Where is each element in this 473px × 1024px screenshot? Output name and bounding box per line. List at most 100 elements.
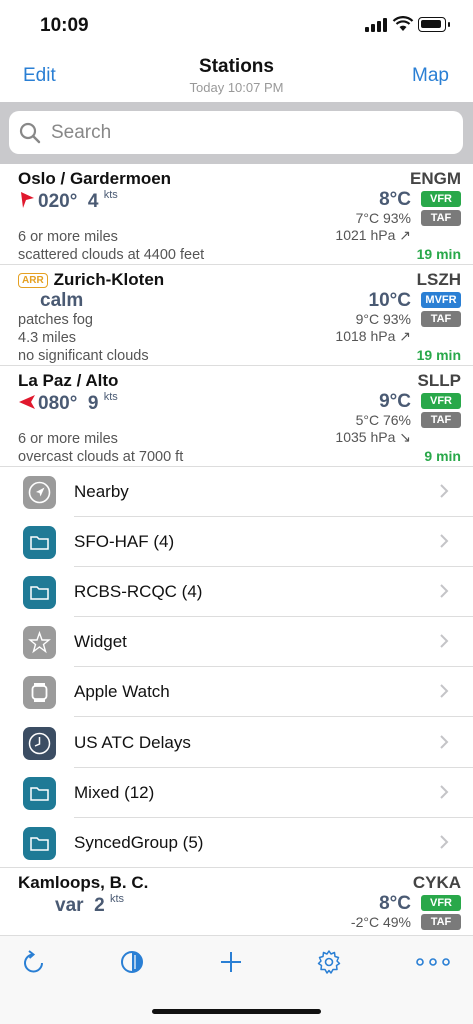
group-row-nearby[interactable]: Nearby bbox=[0, 467, 473, 517]
wind-info: var 2 kts bbox=[55, 893, 124, 917]
chevron-right-icon bbox=[440, 684, 449, 698]
visibility: 4.3 miles bbox=[18, 330, 77, 346]
watch-icon bbox=[23, 676, 56, 709]
chevron-right-icon bbox=[440, 735, 449, 749]
battery-icon bbox=[418, 17, 450, 32]
contrast-icon[interactable] bbox=[119, 949, 145, 975]
group-label: Apple Watch bbox=[74, 682, 170, 701]
station-row-engm[interactable]: Oslo / Gardermoen ENGM 020° 4 kts 8°C VF… bbox=[0, 164, 473, 265]
group-row-syncedgroup[interactable]: SyncedGroup (5) bbox=[0, 818, 473, 868]
station-name: Oslo / Gardermoen bbox=[18, 169, 172, 188]
settings-icon[interactable] bbox=[316, 949, 342, 975]
station-code: ENGM bbox=[410, 169, 461, 188]
pressure: 1018 hPa ↗ bbox=[335, 328, 411, 344]
chevron-right-icon bbox=[440, 835, 449, 849]
wind-direction-arrow-icon bbox=[19, 395, 35, 409]
search-bar-container: Search bbox=[0, 102, 473, 164]
group-row-sfo-haf[interactable]: SFO-HAF (4) bbox=[0, 517, 473, 567]
group-row-widget[interactable]: Widget bbox=[0, 617, 473, 667]
taf-badge[interactable]: TAF bbox=[421, 311, 461, 327]
pressure: 1035 hPa ↘ bbox=[335, 429, 411, 445]
chevron-right-icon bbox=[440, 584, 449, 598]
cellular-signal-icon bbox=[365, 18, 387, 32]
observation-age: 19 min bbox=[416, 347, 461, 363]
status-bar: 10:09 bbox=[0, 0, 473, 50]
wind-info: 080° 9 kts bbox=[18, 391, 118, 415]
visibility: 6 or more miles bbox=[18, 431, 118, 447]
station-name: La Paz / Alto bbox=[18, 371, 119, 390]
wind-speed: 2 bbox=[94, 895, 105, 916]
flight-category-badge: MVFR bbox=[421, 292, 461, 308]
taf-badge[interactable]: TAF bbox=[421, 412, 461, 428]
wind-info: calm bbox=[40, 290, 83, 312]
station-name: Kamloops, B. C. bbox=[18, 873, 149, 892]
folder-icon bbox=[23, 526, 56, 559]
folder-icon bbox=[23, 827, 56, 860]
chevron-right-icon bbox=[440, 534, 449, 548]
wind-direction-arrow-icon bbox=[21, 192, 34, 208]
wind-text: var bbox=[55, 895, 84, 916]
group-label: Nearby bbox=[74, 482, 129, 501]
star-icon bbox=[23, 626, 56, 659]
taf-badge[interactable]: TAF bbox=[421, 914, 461, 930]
more-icon[interactable] bbox=[415, 949, 451, 975]
folder-icon bbox=[23, 576, 56, 609]
home-indicator bbox=[152, 1009, 321, 1014]
station-row-cyka[interactable]: Kamloops, B. C. CYKA var 2 kts 8°C VFR T… bbox=[0, 868, 473, 935]
flight-category-badge: VFR bbox=[421, 393, 461, 409]
location-arrow-icon bbox=[23, 476, 56, 509]
last-updated-subtitle: Today 10:07 PM bbox=[189, 80, 284, 95]
group-label: SyncedGroup (5) bbox=[74, 833, 204, 852]
wifi-icon bbox=[392, 16, 414, 31]
taf-badge[interactable]: TAF bbox=[421, 210, 461, 226]
station-code: LSZH bbox=[416, 270, 461, 289]
chevron-right-icon bbox=[440, 484, 449, 498]
arrival-badge: ARR bbox=[18, 273, 48, 288]
visibility: 6 or more miles bbox=[18, 229, 118, 245]
group-label: SFO-HAF (4) bbox=[74, 532, 175, 551]
group-label: Mixed (12) bbox=[74, 783, 155, 802]
temperature: 10°C bbox=[368, 290, 411, 311]
wind-text: calm bbox=[40, 290, 84, 311]
map-button[interactable]: Map bbox=[412, 65, 449, 87]
group-row-us-atc-delays[interactable]: US ATC Delays bbox=[0, 718, 473, 768]
flight-category-badge: VFR bbox=[421, 191, 461, 207]
wind-speed: 9 bbox=[87, 393, 99, 414]
flight-category-badge: VFR bbox=[421, 895, 461, 911]
search-placeholder: Search bbox=[51, 122, 112, 143]
search-icon bbox=[19, 122, 41, 144]
station-name: Zurich-Kloten bbox=[53, 270, 165, 289]
wind-direction: 080° bbox=[38, 393, 78, 414]
chevron-right-icon bbox=[440, 634, 449, 648]
search-input[interactable]: Search bbox=[9, 111, 463, 154]
observation-age: 19 min bbox=[416, 246, 461, 262]
temperature: 8°C bbox=[379, 189, 411, 210]
wind-unit: kts bbox=[109, 893, 125, 905]
clouds: no significant clouds bbox=[18, 348, 149, 364]
station-name-group: ARR Zurich-Kloten bbox=[18, 270, 164, 290]
dewpoint-humidity: 5°C 76% bbox=[355, 412, 411, 428]
clock-icon bbox=[23, 727, 56, 760]
pressure: 1021 hPa ↗ bbox=[335, 227, 411, 243]
clouds: scattered clouds at 4400 feet bbox=[18, 247, 205, 263]
station-code: CYKA bbox=[412, 873, 461, 892]
wind-unit: kts bbox=[103, 189, 118, 201]
add-icon[interactable] bbox=[218, 949, 244, 975]
dewpoint-humidity: 7°C 93% bbox=[355, 210, 411, 226]
dewpoint-humidity: -2°C 49% bbox=[350, 914, 411, 930]
refresh-icon[interactable] bbox=[21, 949, 47, 975]
wind-unit: kts bbox=[103, 391, 118, 403]
station-code: SLLP bbox=[417, 371, 461, 390]
station-row-lszh[interactable]: ARR Zurich-Kloten LSZH calm 10°C MVFR TAF… bbox=[0, 265, 473, 366]
group-label: US ATC Delays bbox=[74, 733, 191, 752]
group-row-rcbs-rcqc[interactable]: RCBS-RCQC (4) bbox=[0, 567, 473, 617]
page-title: Stations bbox=[199, 56, 274, 77]
station-row-sllp[interactable]: La Paz / Alto SLLP 080° 9 kts 9°C VFR TA… bbox=[0, 366, 473, 467]
weather: patches fog bbox=[18, 312, 93, 328]
folder-icon bbox=[23, 777, 56, 810]
wind-speed: 4 bbox=[87, 191, 99, 212]
group-row-mixed[interactable]: Mixed (12) bbox=[0, 768, 473, 818]
group-row-apple-watch[interactable]: Apple Watch bbox=[0, 667, 473, 717]
dewpoint-humidity: 9°C 93% bbox=[355, 311, 411, 327]
status-time: 10:09 bbox=[40, 15, 89, 36]
